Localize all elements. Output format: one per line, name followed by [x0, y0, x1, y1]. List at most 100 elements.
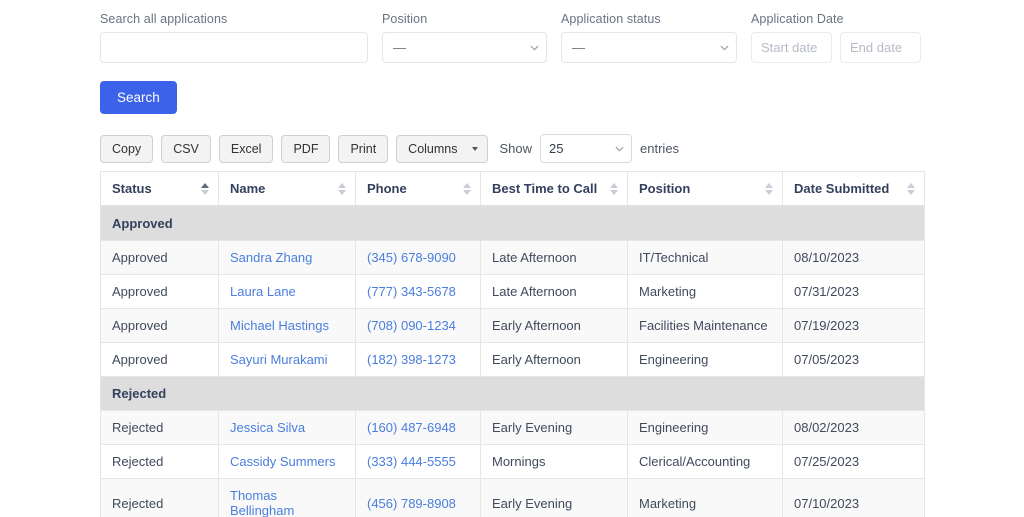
cell-name[interactable]: Sayuri Murakami [219, 343, 356, 377]
show-entries-select[interactable]: 25 [540, 134, 632, 163]
cell-phone[interactable]: (160) 487-6948 [356, 411, 481, 445]
cell-phone[interactable]: (777) 343-5678 [356, 275, 481, 309]
cell-phone[interactable]: (182) 398-1273 [356, 343, 481, 377]
csv-button[interactable]: CSV [161, 135, 211, 163]
status-select[interactable]: — [561, 32, 737, 63]
cell-phone-link[interactable]: (777) 343-5678 [367, 284, 456, 299]
cell-best-time: Late Afternoon [481, 275, 628, 309]
status-select-value: — [572, 40, 585, 55]
cell-phone-link[interactable]: (456) 789-8908 [367, 496, 456, 511]
cell-date-submitted: 07/10/2023 [783, 479, 925, 517]
entries-label: entries [640, 141, 679, 156]
cell-name[interactable]: Laura Lane [219, 275, 356, 309]
cell-name-link[interactable]: Michael Hastings [230, 318, 329, 333]
column-header-position[interactable]: Position [628, 172, 783, 207]
cell-best-time: Early Afternoon [481, 309, 628, 343]
status-select-wrap: — [561, 32, 737, 63]
column-header-date-submitted[interactable]: Date Submitted [783, 172, 925, 207]
cell-best-time: Late Afternoon [481, 241, 628, 275]
cell-name-link[interactable]: Sayuri Murakami [230, 352, 328, 367]
cell-phone-link[interactable]: (182) 398-1273 [367, 352, 456, 367]
sort-indicator-icon [907, 183, 915, 195]
show-entries-label: Show [500, 141, 533, 156]
cell-status: Rejected [101, 479, 219, 517]
column-header-status-label: Status [112, 181, 152, 196]
cell-phone[interactable]: (708) 090-1234 [356, 309, 481, 343]
table-group-header-row: Approved [101, 206, 925, 241]
end-date-input[interactable] [840, 32, 921, 63]
position-select[interactable]: — [382, 32, 547, 63]
sort-indicator-icon [463, 183, 471, 195]
cell-name-link[interactable]: Sandra Zhang [230, 250, 312, 265]
cell-name-link[interactable]: Laura Lane [230, 284, 296, 299]
sort-indicator-icon [610, 183, 618, 195]
cell-phone-link[interactable]: (708) 090-1234 [367, 318, 456, 333]
cell-phone[interactable]: (345) 678-9090 [356, 241, 481, 275]
cell-phone[interactable]: (333) 444-5555 [356, 445, 481, 479]
search-button[interactable]: Search [100, 81, 177, 114]
search-button-row: Search [100, 81, 924, 114]
show-entries-select-wrap: 25 [540, 134, 632, 163]
table-group-header-row: Rejected [101, 377, 925, 411]
date-field-group: Application Date [751, 12, 921, 63]
cell-name[interactable]: Thomas Bellingham [219, 479, 356, 517]
table-row: RejectedCassidy Summers(333) 444-5555Mor… [101, 445, 925, 479]
cell-date-submitted: 07/31/2023 [783, 275, 925, 309]
column-header-name[interactable]: Name [219, 172, 356, 207]
column-header-status[interactable]: Status [101, 172, 219, 207]
columns-button-label: Columns [408, 142, 457, 156]
pdf-button[interactable]: PDF [281, 135, 330, 163]
sort-indicator-icon [765, 183, 773, 195]
date-range-inputs [751, 32, 921, 63]
position-select-wrap: — [382, 32, 547, 63]
cell-name-link[interactable]: Jessica Silva [230, 420, 305, 435]
cell-phone-link[interactable]: (345) 678-9090 [367, 250, 456, 265]
search-field-group: Search all applications [100, 12, 368, 63]
cell-date-submitted: 07/05/2023 [783, 343, 925, 377]
search-input[interactable] [100, 32, 368, 63]
cell-position: Marketing [628, 479, 783, 517]
cell-position: Engineering [628, 411, 783, 445]
position-select-value: — [393, 40, 406, 55]
cell-name[interactable]: Cassidy Summers [219, 445, 356, 479]
column-header-date-submitted-label: Date Submitted [794, 181, 889, 196]
cell-date-submitted: 07/19/2023 [783, 309, 925, 343]
cell-phone-link[interactable]: (333) 444-5555 [367, 454, 456, 469]
column-header-phone[interactable]: Phone [356, 172, 481, 207]
cell-phone[interactable]: (456) 789-8908 [356, 479, 481, 517]
cell-name[interactable]: Sandra Zhang [219, 241, 356, 275]
table-row: RejectedThomas Bellingham(456) 789-8908E… [101, 479, 925, 517]
search-label: Search all applications [100, 12, 368, 26]
start-date-input[interactable] [751, 32, 832, 63]
show-entries-value: 25 [549, 141, 563, 156]
cell-phone-link[interactable]: (160) 487-6948 [367, 420, 456, 435]
table-row: ApprovedSayuri Murakami(182) 398-1273Ear… [101, 343, 925, 377]
table-group-title: Rejected [101, 377, 925, 411]
cell-date-submitted: 08/10/2023 [783, 241, 925, 275]
table-toolbar: Copy CSV Excel PDF Print Columns Show 25… [100, 134, 924, 163]
cell-name[interactable]: Jessica Silva [219, 411, 356, 445]
cell-best-time: Early Afternoon [481, 343, 628, 377]
cell-name[interactable]: Michael Hastings [219, 309, 356, 343]
table-row: Approved Sandra Zhang (345) 678-9090 Late A… [101, 241, 925, 275]
table-body: ApprovedApprovedSandra Zhang(345) 678-90… [101, 206, 925, 517]
table-row: ApprovedLaura Lane(777) 343-5678Late Aft… [101, 275, 925, 309]
cell-position: Marketing [628, 275, 783, 309]
cell-position: Facilities Maintenance [628, 309, 783, 343]
cell-status: Approved [101, 309, 219, 343]
applications-page: Search all applications Position — Appli… [0, 0, 1024, 517]
cell-position: Engineering [628, 343, 783, 377]
cell-status: Rejected [101, 445, 219, 479]
column-header-best-time[interactable]: Best Time to Call [481, 172, 628, 207]
print-button[interactable]: Print [338, 135, 388, 163]
column-header-position-label: Position [639, 181, 690, 196]
cell-name-link[interactable]: Thomas Bellingham [230, 488, 294, 517]
copy-button[interactable]: Copy [100, 135, 153, 163]
cell-status: Approved [101, 241, 219, 275]
table-group-title: Approved [101, 206, 925, 241]
excel-button[interactable]: Excel [219, 135, 274, 163]
column-header-best-time-label: Best Time to Call [492, 181, 597, 196]
columns-dropdown-button[interactable]: Columns [396, 135, 487, 163]
column-header-phone-label: Phone [367, 181, 407, 196]
cell-name-link[interactable]: Cassidy Summers [230, 454, 335, 469]
